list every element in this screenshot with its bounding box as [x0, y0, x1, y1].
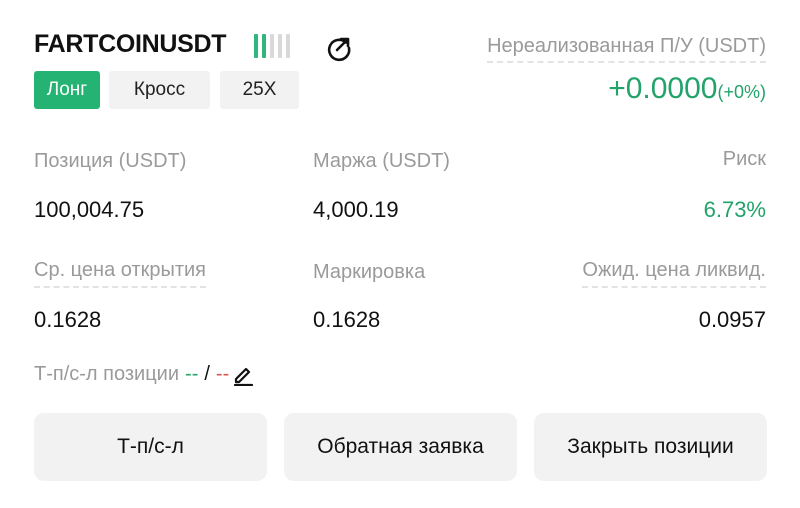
liquidation-price-value: 0.0957 [698, 307, 766, 332]
mark-price-label: Маркировка [313, 261, 426, 283]
position-tpsl-row: Т-п/с-л позиции -- / -- [34, 362, 255, 387]
tpsl-separator: / [204, 362, 210, 385]
take-profit-value: -- [185, 362, 199, 385]
signal-bar [278, 34, 282, 58]
liquidation-price-label[interactable]: Ожид. цена ликвид. [582, 259, 766, 288]
signal-bar [286, 34, 290, 58]
reverse-order-button[interactable]: Обратная заявка [284, 413, 517, 481]
side-badge: Лонг [34, 71, 100, 109]
tpsl-button[interactable]: Т-п/с-л [34, 413, 267, 481]
risk-value: 6.73% [703, 197, 766, 222]
margin-value: 4,000.19 [313, 197, 399, 222]
signal-bar [270, 34, 274, 58]
close-positions-button[interactable]: Закрыть позиции [534, 413, 767, 481]
tpsl-button-label: Т-п/с-л [117, 435, 184, 458]
position-label: Позиция (USDT) [34, 150, 187, 172]
unrealized-pnl-value: +0.0000(+0%) [608, 72, 766, 106]
risk-label: Риск [722, 148, 766, 170]
close-positions-button-label: Закрыть позиции [567, 435, 734, 458]
avg-open-price-label[interactable]: Ср. цена открытия [34, 259, 207, 288]
signal-bar [254, 34, 258, 58]
unrealized-pnl-label[interactable]: Нереализованная П/У (USDT) [487, 35, 766, 63]
margin-label: Маржа (USDT) [313, 150, 450, 172]
margin-mode-button[interactable]: Кросс [109, 71, 210, 109]
signal-bar [262, 34, 266, 58]
share-icon[interactable] [324, 33, 354, 63]
signal-bars [254, 34, 290, 58]
position-value: 100,004.75 [34, 197, 145, 222]
unrealized-pnl-percent: (+0%) [717, 82, 766, 102]
symbol-title[interactable]: FARTCOINUSDT [34, 30, 227, 59]
reverse-order-button-label: Обратная заявка [317, 435, 484, 458]
pencil-icon[interactable] [231, 362, 255, 387]
unrealized-pnl-amount: +0.0000 [608, 72, 718, 105]
tpsl-label: Т-п/с-л позиции [34, 362, 180, 385]
avg-open-price-value: 0.1628 [34, 307, 102, 332]
leverage-button[interactable]: 25X [220, 71, 299, 109]
mark-price-value: 0.1628 [313, 307, 381, 332]
stop-loss-value: -- [215, 362, 230, 385]
